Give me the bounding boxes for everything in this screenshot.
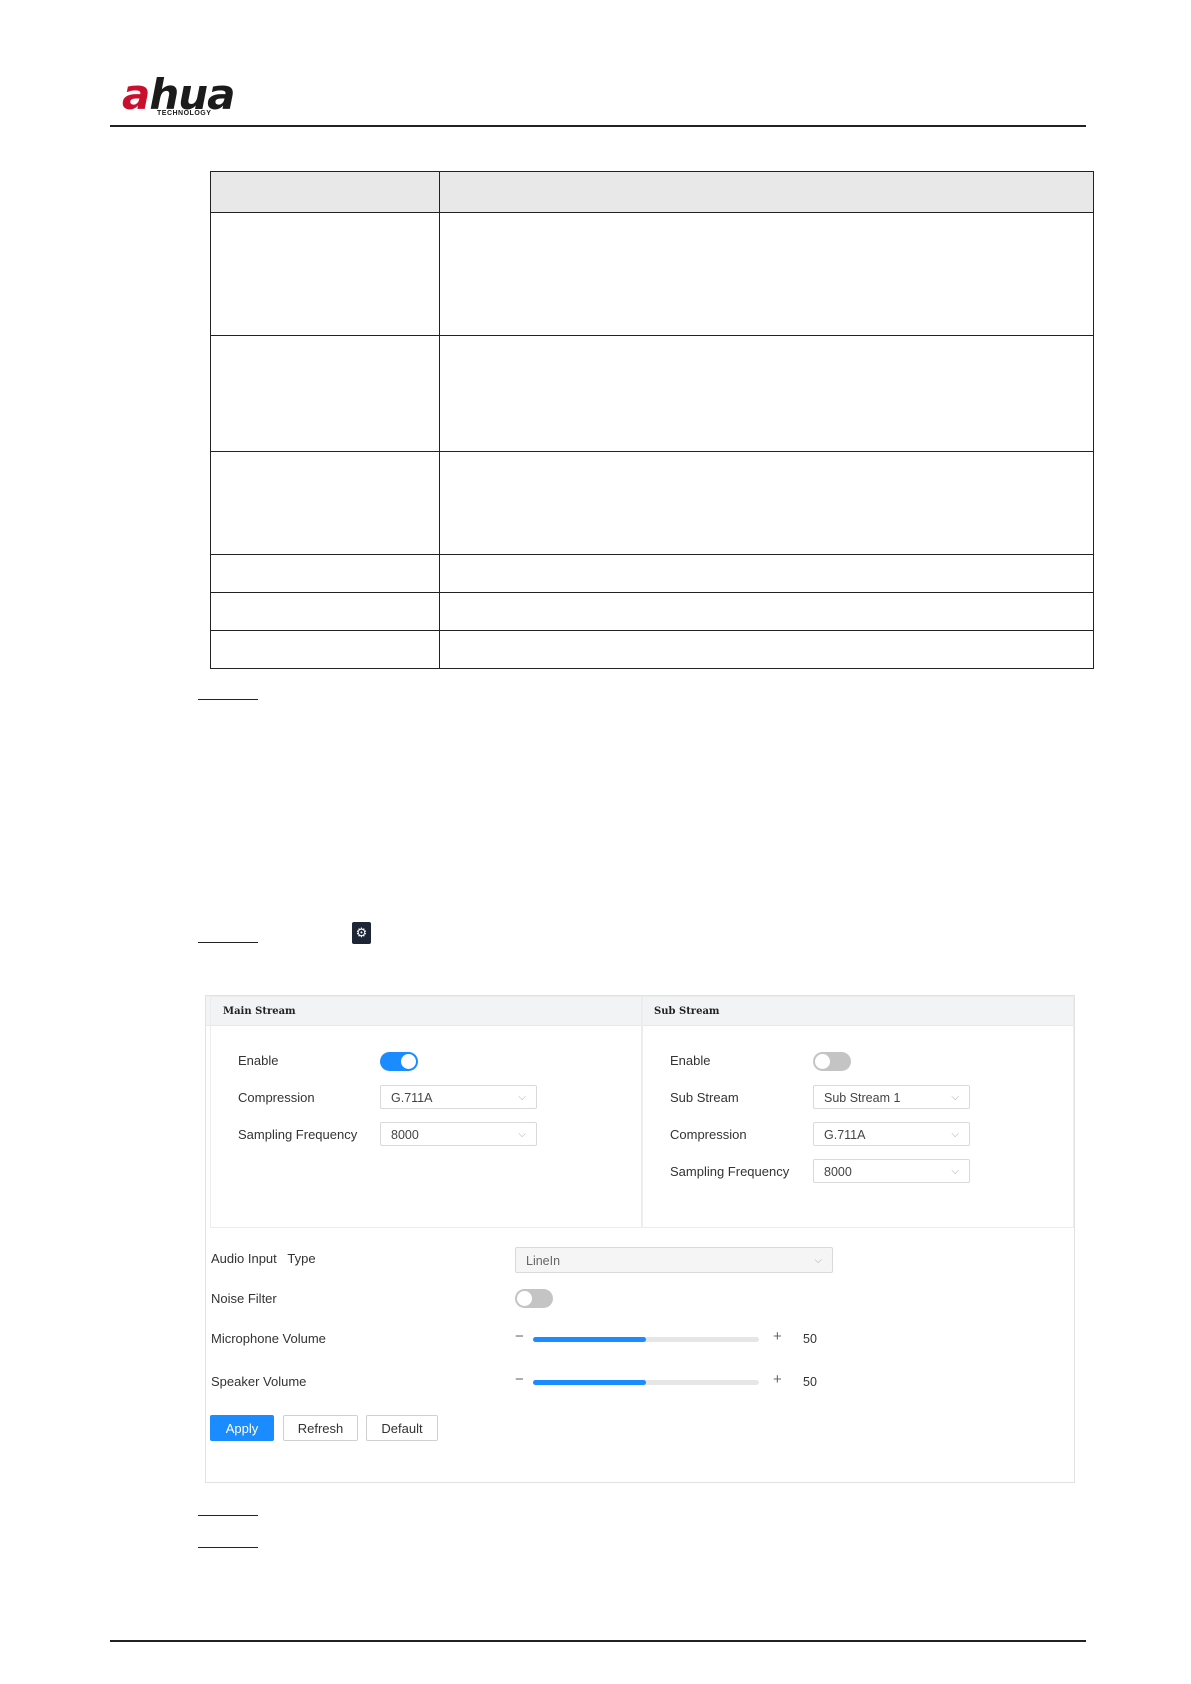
sub-compression-label: Compression bbox=[670, 1127, 747, 1142]
audio-input-type-label: Audio Input Type bbox=[211, 1251, 316, 1266]
table-row bbox=[210, 630, 1094, 669]
minus-icon[interactable]: − bbox=[515, 1328, 524, 1345]
sub-stream-label: Sub Stream bbox=[670, 1090, 739, 1105]
table-row bbox=[210, 451, 1094, 555]
main-compression-label: Compression bbox=[238, 1090, 315, 1105]
step-underline bbox=[198, 942, 258, 943]
table-row bbox=[210, 592, 1094, 631]
chevron-down-icon: ⌵ bbox=[951, 1166, 959, 1177]
parameter-table bbox=[210, 171, 1094, 669]
logo-subtitle: TECHNOLOGY bbox=[157, 110, 212, 117]
table-row bbox=[210, 212, 1094, 336]
footer-rule bbox=[110, 1640, 1086, 1642]
minus-icon[interactable]: − bbox=[515, 1371, 524, 1388]
audio-input-type-select[interactable]: LineIn ⌵ bbox=[515, 1247, 833, 1273]
microphone-volume-slider[interactable] bbox=[533, 1337, 759, 1342]
main-compression-select[interactable]: G.711A ⌵ bbox=[380, 1085, 537, 1109]
default-button[interactable]: Default bbox=[366, 1415, 438, 1441]
table-row bbox=[210, 554, 1094, 593]
microphone-volume-label: Microphone Volume bbox=[211, 1331, 326, 1346]
main-enable-label: Enable bbox=[238, 1053, 279, 1068]
step-underline bbox=[198, 699, 258, 700]
gear-icon: ⚙ bbox=[352, 922, 371, 944]
table-row bbox=[210, 335, 1094, 452]
sub-enable-toggle[interactable] bbox=[813, 1052, 851, 1071]
main-sampling-label: Sampling Frequency bbox=[238, 1127, 358, 1142]
toggle-knob bbox=[517, 1291, 532, 1306]
speaker-volume-fill bbox=[533, 1380, 646, 1385]
chevron-down-icon: ⌵ bbox=[951, 1129, 959, 1140]
header-rule bbox=[110, 125, 1086, 127]
table-header-row bbox=[210, 171, 1094, 213]
plus-icon[interactable]: + bbox=[773, 1371, 782, 1388]
noise-filter-label: Noise Filter bbox=[211, 1291, 277, 1306]
step-underline bbox=[198, 1547, 258, 1548]
chevron-down-icon: ⌵ bbox=[951, 1092, 959, 1103]
sub-compression-select[interactable]: G.711A ⌵ bbox=[813, 1122, 970, 1146]
dahua-logo: ahua TECHNOLOGY bbox=[122, 70, 236, 119]
sub-enable-label: Enable bbox=[670, 1053, 711, 1068]
sub-stream-section bbox=[642, 996, 1074, 1228]
microphone-volume-value: 50 bbox=[803, 1332, 817, 1346]
sub-stream-select[interactable]: Sub Stream 1 ⌵ bbox=[813, 1085, 970, 1109]
chevron-down-icon: ⌵ bbox=[518, 1129, 526, 1140]
sub-sampling-select[interactable]: 8000 ⌵ bbox=[813, 1159, 970, 1183]
toggle-knob bbox=[815, 1054, 830, 1069]
speaker-volume-label: Speaker Volume bbox=[211, 1374, 307, 1389]
speaker-volume-value: 50 bbox=[803, 1375, 817, 1389]
main-enable-toggle[interactable] bbox=[380, 1052, 418, 1071]
toggle-knob bbox=[401, 1054, 416, 1069]
plus-icon[interactable]: + bbox=[773, 1328, 782, 1345]
main-stream-section bbox=[210, 996, 642, 1228]
refresh-button[interactable]: Refresh bbox=[283, 1415, 358, 1441]
step-underline bbox=[198, 1515, 258, 1516]
speaker-volume-slider[interactable] bbox=[533, 1380, 759, 1385]
sub-sampling-label: Sampling Frequency bbox=[670, 1164, 790, 1179]
noise-filter-toggle[interactable] bbox=[515, 1289, 553, 1308]
chevron-down-icon: ⌵ bbox=[518, 1092, 526, 1103]
main-sampling-select[interactable]: 8000 ⌵ bbox=[380, 1122, 537, 1146]
apply-button[interactable]: Apply bbox=[210, 1415, 274, 1441]
microphone-volume-fill bbox=[533, 1337, 646, 1342]
chevron-down-icon: ⌵ bbox=[814, 1255, 822, 1266]
audio-settings-panel: Main Stream Sub Stream Enable Compressio… bbox=[205, 995, 1075, 1483]
